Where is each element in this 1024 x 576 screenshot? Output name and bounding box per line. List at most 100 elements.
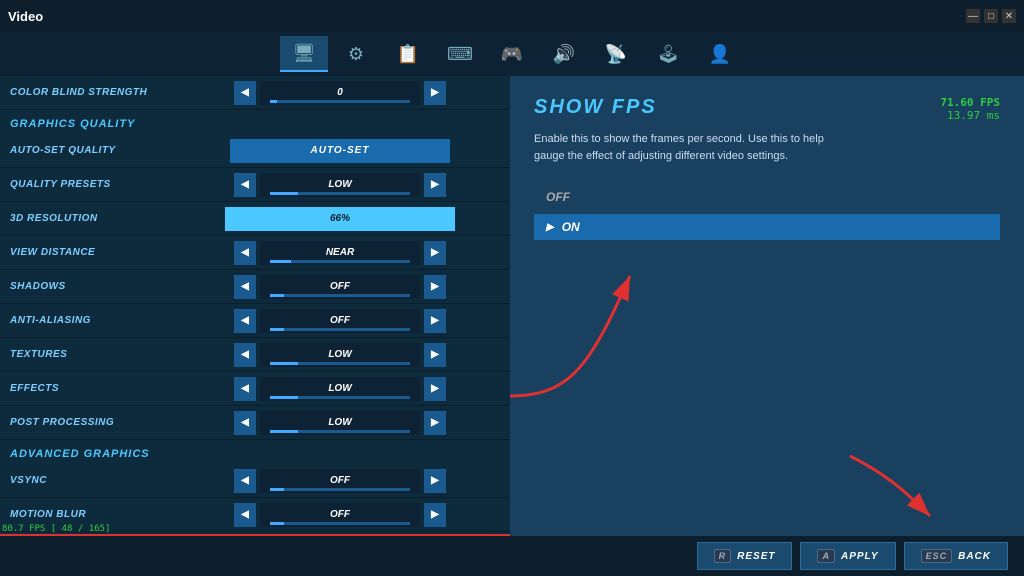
vsync-prev[interactable]: ◀ — [234, 469, 256, 493]
reset-button[interactable]: R RESET — [697, 542, 793, 570]
apply-button[interactable]: A APPLY — [800, 542, 895, 570]
view-distance-prev[interactable]: ◀ — [234, 241, 256, 265]
fps-value: 71.60 FPS — [940, 96, 1000, 109]
apply-key: A — [817, 549, 835, 563]
label-vsync: VSYNC — [10, 475, 180, 486]
control-quality-presets: ◀ LOW ▶ — [180, 173, 500, 197]
fps-ms: 13.97 ms — [940, 109, 1000, 122]
quality-presets-next[interactable]: ▶ — [424, 173, 446, 197]
setting-row-show-fps: SHOW FPS ◀ ON ▶ — [0, 534, 510, 536]
setting-label-color-blind: COLOR BLIND STRENGTH — [10, 87, 180, 98]
slider-3d-resolution[interactable]: 66% — [225, 207, 455, 231]
post-processing-prev[interactable]: ◀ — [234, 411, 256, 435]
setting-row-view-distance: VIEW DISTANCE ◀ NEAR ▶ — [0, 236, 510, 270]
setting-row-textures: TEXTURES ◀ LOW ▶ — [0, 338, 510, 372]
title-bar: Video — □ ✕ — [0, 0, 1024, 32]
detail-title: SHOW FPS — [534, 96, 1000, 119]
post-processing-next[interactable]: ▶ — [424, 411, 446, 435]
tab-audio[interactable]: 🔊 — [540, 36, 588, 72]
setting-row-effects: EFFECTS ◀ LOW ▶ — [0, 372, 510, 406]
effects-value: LOW — [260, 377, 420, 401]
motion-blur-prev[interactable]: ◀ — [234, 503, 256, 527]
tab-controller[interactable]: 🕹 — [644, 36, 692, 72]
setting-row-shadows: SHADOWS ◀ OFF ▶ — [0, 270, 510, 304]
textures-next[interactable]: ▶ — [424, 343, 446, 367]
close-button[interactable]: ✕ — [1002, 9, 1016, 23]
label-3d-resolution: 3D RESOLUTION — [10, 213, 180, 224]
color-blind-next-button[interactable]: ▶ — [424, 81, 446, 105]
bottom-bar: 80.7 FPS [ 48 / 165] R RESET A APPLY ESC… — [0, 536, 1024, 576]
textures-prev[interactable]: ◀ — [234, 343, 256, 367]
label-post-processing: POST PROCESSING — [10, 417, 180, 428]
tab-menu[interactable]: 📋 — [384, 36, 432, 72]
shadows-next[interactable]: ▶ — [424, 275, 446, 299]
textures-value: LOW — [260, 343, 420, 367]
label-view-distance: VIEW DISTANCE — [10, 247, 180, 258]
control-vsync: ◀ OFF ▶ — [180, 469, 500, 493]
anti-aliasing-prev[interactable]: ◀ — [234, 309, 256, 333]
effects-next[interactable]: ▶ — [424, 377, 446, 401]
fps-display: 71.60 FPS 13.97 ms — [940, 96, 1000, 122]
setting-row-quality-presets: QUALITY PRESETS ◀ LOW ▶ — [0, 168, 510, 202]
setting-row-color-blind: COLOR BLIND STRENGTH ◀ 0 ▶ — [0, 76, 510, 110]
reset-label: RESET — [737, 551, 775, 562]
back-key: ESC — [921, 549, 953, 563]
minimize-button[interactable]: — — [966, 9, 980, 23]
fps-stat: 80.7 FPS [ 48 / 165] — [2, 524, 110, 534]
option-off[interactable]: OFF — [534, 184, 1000, 210]
vsync-next[interactable]: ▶ — [424, 469, 446, 493]
color-blind-value: 0 — [260, 81, 420, 105]
label-textures: TEXTURES — [10, 349, 180, 360]
shadows-prev[interactable]: ◀ — [234, 275, 256, 299]
reset-key: R — [714, 549, 732, 563]
section-header-advanced: ADVANCED GRAPHICS — [0, 440, 510, 464]
color-blind-prev-button[interactable]: ◀ — [234, 81, 256, 105]
anti-aliasing-next[interactable]: ▶ — [424, 309, 446, 333]
main-content: COLOR BLIND STRENGTH ◀ 0 ▶ GRAPHICS QUAL… — [0, 76, 1024, 536]
shadows-value: OFF — [260, 275, 420, 299]
title-bar-controls[interactable]: — □ ✕ — [966, 9, 1016, 23]
control-motion-blur: ◀ OFF ▶ — [180, 503, 500, 527]
maximize-button[interactable]: □ — [984, 9, 998, 23]
control-auto-quality: AUTO-SET — [180, 139, 500, 163]
tab-network[interactable]: 📡 — [592, 36, 640, 72]
control-textures: ◀ LOW ▶ — [180, 343, 500, 367]
label-shadows: SHADOWS — [10, 281, 180, 292]
tab-account[interactable]: 👤 — [696, 36, 744, 72]
label-quality-presets: QUALITY PRESETS — [10, 179, 180, 190]
control-effects: ◀ LOW ▶ — [180, 377, 500, 401]
setting-row-post-processing: POST PROCESSING ◀ LOW ▶ — [0, 406, 510, 440]
auto-set-button[interactable]: AUTO-SET — [230, 139, 450, 163]
control-anti-aliasing: ◀ OFF ▶ — [180, 309, 500, 333]
option-list: OFF ON — [534, 184, 1000, 240]
setting-row-3d-resolution: 3D RESOLUTION 66% — [0, 202, 510, 236]
motion-blur-value: OFF — [260, 503, 420, 527]
tab-keyboard[interactable]: ⌨ — [436, 36, 484, 72]
setting-row-auto-quality: AUTO-SET QUALITY AUTO-SET — [0, 134, 510, 168]
tab-display[interactable]: 🖥 — [280, 36, 328, 72]
motion-blur-next[interactable]: ▶ — [424, 503, 446, 527]
back-button[interactable]: ESC BACK — [904, 542, 1008, 570]
anti-aliasing-value: OFF — [260, 309, 420, 333]
setting-row-vsync: VSYNC ◀ OFF ▶ — [0, 464, 510, 498]
apply-label: APPLY — [841, 551, 879, 562]
control-shadows: ◀ OFF ▶ — [180, 275, 500, 299]
setting-control-color-blind: ◀ 0 ▶ — [180, 81, 500, 105]
detail-description: Enable this to show the frames per secon… — [534, 131, 834, 164]
label-auto-quality: AUTO-SET QUALITY — [10, 145, 180, 156]
post-processing-value: LOW — [260, 411, 420, 435]
quality-presets-prev[interactable]: ◀ — [234, 173, 256, 197]
vsync-value: OFF — [260, 469, 420, 493]
setting-row-anti-aliasing: ANTI-ALIASING ◀ OFF ▶ — [0, 304, 510, 338]
title-bar-left: Video — [8, 9, 43, 24]
window-title: Video — [8, 9, 43, 24]
quality-presets-value: LOW — [260, 173, 420, 197]
effects-prev[interactable]: ◀ — [234, 377, 256, 401]
option-on[interactable]: ON — [534, 214, 1000, 240]
view-distance-next[interactable]: ▶ — [424, 241, 446, 265]
control-3d-resolution: 66% — [180, 207, 500, 231]
tab-settings[interactable]: ⚙ — [332, 36, 380, 72]
left-panel: COLOR BLIND STRENGTH ◀ 0 ▶ GRAPHICS QUAL… — [0, 76, 510, 536]
tab-gamepad[interactable]: 🎮 — [488, 36, 536, 72]
nav-tabs: 🖥 ⚙ 📋 ⌨ 🎮 🔊 📡 🕹 👤 — [0, 32, 1024, 76]
